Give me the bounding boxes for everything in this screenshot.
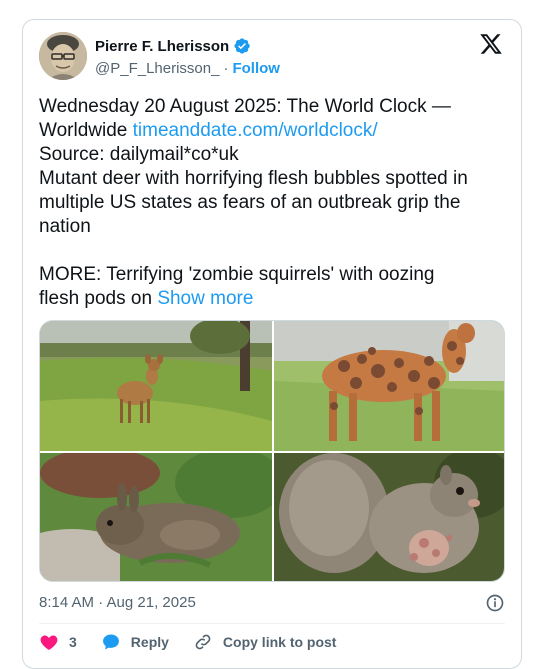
follow-button[interactable]: Follow [232,60,280,77]
action-bar: 3 Reply Copy link to post [39,632,360,652]
avatar[interactable] [39,32,87,80]
x-logo-icon[interactable] [479,32,503,56]
author-info: Pierre F. Lherisson @P_F_Lherisson_ · Fo… [95,36,280,78]
heart-icon [40,635,58,650]
tweet-header: Pierre F. Lherisson @P_F_Lherisson_ · Fo… [39,32,505,80]
tweet-line: MORE: Terrifying 'zombie squirrels' with… [39,264,435,285]
verified-badge-icon [234,38,250,54]
tweet-card: Pierre F. Lherisson @P_F_Lherisson_ · Fo… [22,19,522,669]
copy-link-button[interactable]: Copy link to post [193,632,336,652]
tweet-line: Mutant deer with horrifying flesh bubble… [39,168,468,189]
separator-dot: · [223,59,229,77]
tweet-line: flesh pods on Show more [39,287,509,311]
photo-rabbit-in-garden[interactable] [40,453,272,581]
tweet-line: Wednesday 20 August 2025: The World Cloc… [39,96,451,117]
tweet-line: nation [39,216,91,237]
tweet-line: multiple US states as fears of an outbre… [39,192,461,213]
tweet-text: Wednesday 20 August 2025: The World Cloc… [39,95,509,311]
display-name[interactable]: Pierre F. Lherisson [95,38,229,55]
tweet-line-text: Worldwide [39,120,133,141]
reply-button[interactable]: Reply [101,632,169,652]
divider [39,623,505,624]
info-icon[interactable] [485,593,505,613]
tweet-line: Source: dailymail*co*uk [39,144,239,165]
author-handle[interactable]: @P_F_Lherisson_ [95,60,219,77]
timestamp[interactable]: 8:14 AM · Aug 21, 2025 [39,594,196,611]
like-button[interactable]: 3 [39,632,77,652]
photo-squirrel-with-growths[interactable] [274,453,504,581]
photo-deer-on-lawn[interactable] [40,321,272,451]
tweet-line-text: flesh pods on [39,288,158,309]
media-grid [39,320,505,582]
show-more-link[interactable]: Show more [157,288,253,309]
worldclock-link[interactable]: timeanddate.com/worldclock/ [133,120,378,141]
reply-bubble-icon [102,634,119,650]
link-icon [195,634,211,650]
photo-deer-with-flesh-bubbles[interactable] [274,321,504,451]
tweet-line: Worldwide timeanddate.com/worldclock/ [39,119,509,143]
